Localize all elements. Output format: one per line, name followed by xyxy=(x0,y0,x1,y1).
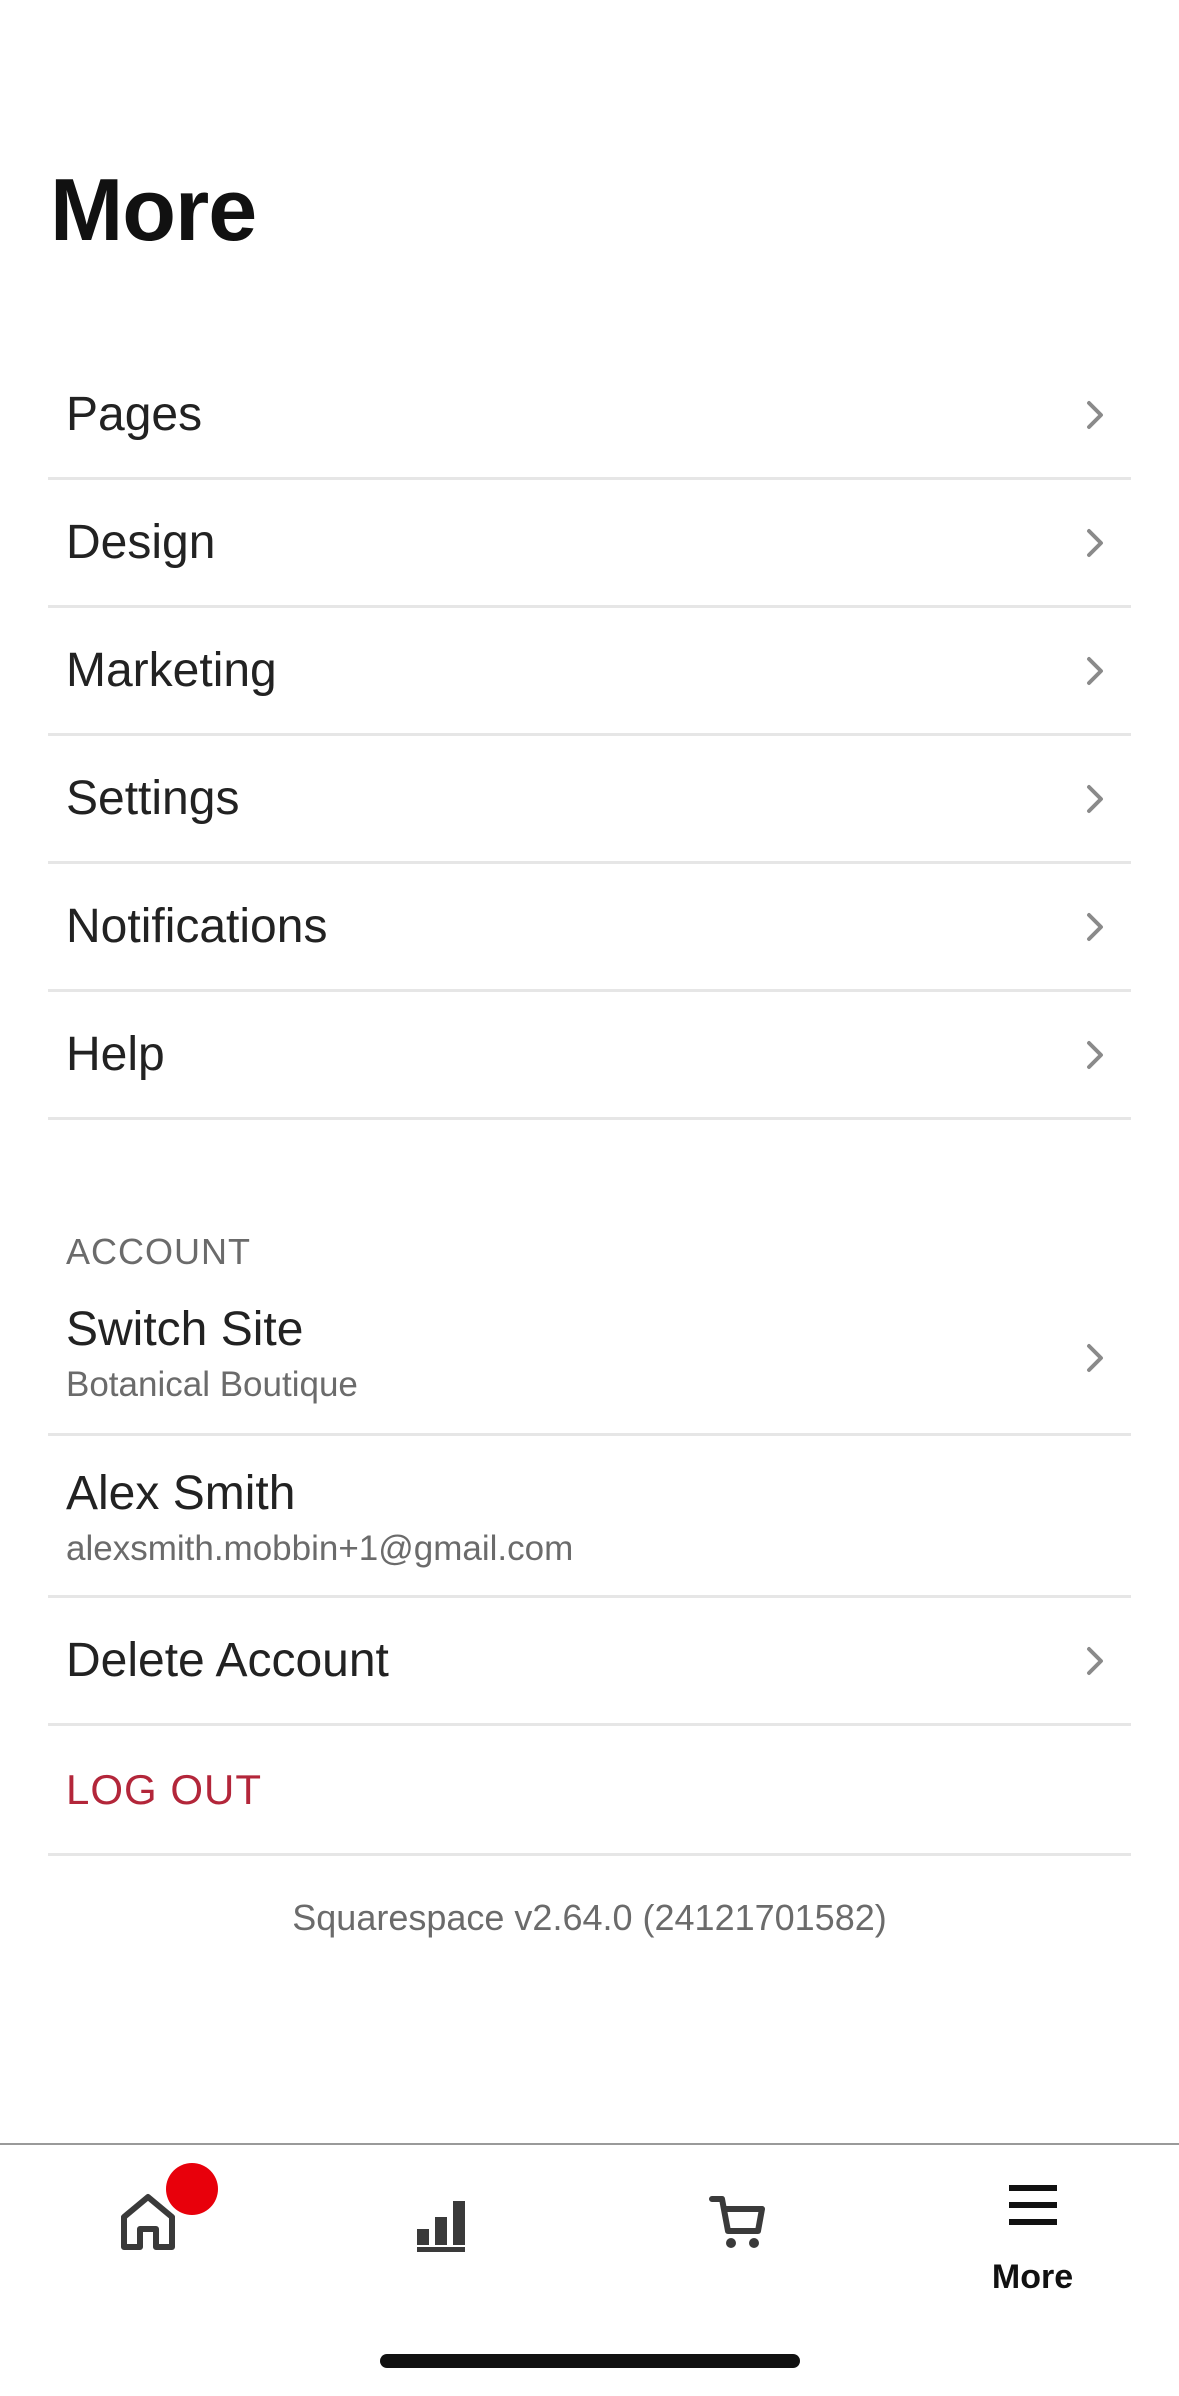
chevron-right-icon xyxy=(1087,656,1103,685)
chevron-right-icon xyxy=(1087,784,1103,813)
tab-commerce[interactable] xyxy=(590,2145,885,2325)
menu-item-label: Pages xyxy=(66,388,203,441)
chevron-right-icon xyxy=(1087,400,1103,429)
cart-icon xyxy=(708,2196,765,2248)
menu-item-label: Marketing xyxy=(66,644,277,697)
account-list: Switch Site Botanical Boutique Alex Smit… xyxy=(48,1282,1131,1856)
chevron-right-icon xyxy=(1087,1646,1103,1675)
switch-site-row[interactable]: Switch Site Botanical Boutique xyxy=(48,1282,1131,1436)
notification-badge xyxy=(166,2163,218,2215)
account-section-header: ACCOUNT xyxy=(66,1231,251,1272)
analytics-icon xyxy=(416,2201,465,2252)
menu-item-marketing[interactable]: Marketing xyxy=(48,608,1131,736)
menu-item-design[interactable]: Design xyxy=(48,480,1131,608)
switch-site-label: Switch Site xyxy=(66,1303,304,1356)
delete-account-label: Delete Account xyxy=(66,1634,389,1687)
menu-item-label: Design xyxy=(66,516,216,569)
menu-item-help[interactable]: Help xyxy=(48,992,1131,1120)
app-version: Squarespace v2.64.0 (24121701582) xyxy=(292,1897,887,1938)
logout-label: LOG OUT xyxy=(66,1766,263,1813)
menu-list: Pages Design Marketing Settings Notifica… xyxy=(48,352,1131,1120)
menu-item-label: Help xyxy=(66,1028,165,1081)
hamburger-menu-icon xyxy=(1008,2185,1057,2225)
tab-more-label: More xyxy=(991,2258,1074,2296)
page-title: More xyxy=(50,160,257,259)
current-site-name: Botanical Boutique xyxy=(66,1365,358,1404)
menu-item-settings[interactable]: Settings xyxy=(48,736,1131,864)
tab-analytics[interactable] xyxy=(295,2145,590,2325)
menu-item-label: Notifications xyxy=(66,900,328,953)
delete-account-row[interactable]: Delete Account xyxy=(48,1598,1131,1726)
home-indicator xyxy=(380,2354,800,2368)
tab-more[interactable]: More xyxy=(885,2145,1179,2325)
chevron-right-icon xyxy=(1087,1040,1103,1069)
user-name: Alex Smith xyxy=(66,1467,296,1520)
user-email: alexsmith.mobbin+1@gmail.com xyxy=(66,1529,574,1568)
chevron-right-icon xyxy=(1087,1343,1103,1372)
user-info-row: Alex Smith alexsmith.mobbin+1@gmail.com xyxy=(48,1436,1131,1598)
chevron-right-icon xyxy=(1087,528,1103,557)
menu-item-label: Settings xyxy=(66,772,240,825)
tab-home[interactable] xyxy=(0,2145,295,2325)
menu-item-notifications[interactable]: Notifications xyxy=(48,864,1131,992)
chevron-right-icon xyxy=(1087,912,1103,941)
menu-item-pages[interactable]: Pages xyxy=(48,352,1131,480)
logout-button[interactable]: LOG OUT xyxy=(48,1726,1131,1856)
